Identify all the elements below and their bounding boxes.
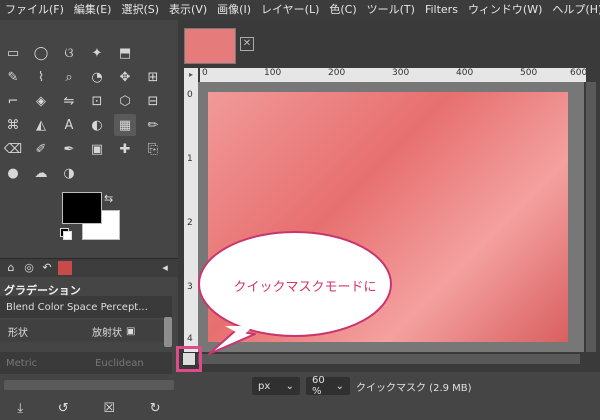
blend-colorspace-select[interactable]: Blend Color Space Percept... bbox=[0, 296, 172, 318]
ruler-tick: 100 bbox=[264, 68, 282, 78]
undo-history-tab-icon[interactable]: ↶ bbox=[40, 261, 54, 275]
menu-help[interactable]: ヘルプ(H) bbox=[547, 0, 600, 20]
menu-bar: ファイル(F) 編集(E) 選択(S) 表示(V) 画像(I) レイヤー(L) … bbox=[0, 0, 600, 20]
perspective-icon[interactable]: ⬡ bbox=[114, 90, 136, 112]
dodge-icon[interactable]: ◑ bbox=[58, 162, 80, 184]
ruler-tick: 200 bbox=[328, 68, 346, 78]
metric-label: Metric bbox=[6, 357, 38, 369]
dock-tabs: ⌂ ◎ ↶ ◂ bbox=[0, 258, 178, 277]
eyedropper-icon[interactable]: ⌇ bbox=[30, 66, 52, 88]
eraser-icon[interactable]: ⌫ bbox=[2, 138, 24, 160]
free-select-icon[interactable]: ଓ bbox=[58, 42, 80, 64]
move-icon[interactable]: ✥ bbox=[114, 66, 136, 88]
options-scrollbar[interactable] bbox=[164, 317, 172, 347]
menu-layer[interactable]: レイヤー(L) bbox=[256, 0, 324, 20]
status-bar: px ⌄ 60 % ⌄ クイックマスク (2.9 MB) bbox=[178, 372, 600, 400]
bubble-text: クイックマスクモードに bbox=[233, 280, 377, 295]
text-icon[interactable]: A bbox=[58, 114, 80, 136]
toolbox: ▭ ◯ ଓ ✦ ⬒ ✎ ⌇ ⌕ ◔ ✥ ⊞ ⌐ ◈ ⇋ ⊡ ⬡ ⊟ ⌘ ◭ A … bbox=[0, 20, 178, 416]
image-tab-thumbnail[interactable] bbox=[184, 28, 236, 64]
ruler-tick: 400 bbox=[456, 68, 474, 78]
ruler-tick: 2 bbox=[187, 218, 193, 228]
ellipse-select-icon[interactable]: ◯ bbox=[30, 42, 52, 64]
shape-icon[interactable]: ▣ bbox=[126, 326, 135, 337]
menu-filters[interactable]: Filters bbox=[420, 0, 463, 20]
menu-edit[interactable]: 編集(E) bbox=[69, 0, 117, 20]
quick-mask-icon bbox=[182, 352, 196, 366]
color-picker-icon[interactable]: ✎ bbox=[2, 66, 24, 88]
crop-icon[interactable]: ⌐ bbox=[2, 90, 24, 112]
clone-icon[interactable]: ⎘ bbox=[142, 138, 164, 160]
options-progress-bar[interactable] bbox=[4, 380, 174, 390]
unified-transform-icon[interactable]: ⊟ bbox=[142, 90, 164, 112]
save-preset-icon[interactable]: ⤓ bbox=[17, 401, 23, 416]
menu-image[interactable]: 画像(I) bbox=[212, 0, 256, 20]
menu-file[interactable]: ファイル(F) bbox=[0, 0, 69, 20]
restore-preset-icon[interactable]: ↺ bbox=[58, 401, 69, 416]
transform-icon[interactable]: ◈ bbox=[30, 90, 52, 112]
images-tab-icon[interactable] bbox=[58, 261, 72, 275]
menu-view[interactable]: 表示(V) bbox=[164, 0, 212, 20]
metric-row: Metric Euclidean bbox=[0, 352, 172, 374]
reset-colors-icon[interactable] bbox=[60, 228, 72, 240]
menu-colors[interactable]: 色(C) bbox=[324, 0, 361, 20]
fuzzy-select-icon[interactable]: ✦ bbox=[86, 42, 108, 64]
tool-options-tab-icon[interactable]: ⌂ bbox=[4, 261, 18, 275]
status-message: クイックマスク (2.9 MB) bbox=[356, 382, 472, 394]
handle-transform-icon[interactable]: ⊡ bbox=[86, 90, 108, 112]
ruler-tick: 0 bbox=[202, 68, 208, 78]
chevron-down-icon: ⌄ bbox=[285, 380, 294, 392]
chevron-down-icon: ⌄ bbox=[335, 380, 344, 392]
ruler-tick: 0 bbox=[187, 90, 193, 100]
foreground-color-swatch[interactable] bbox=[62, 192, 102, 224]
rect-select-icon[interactable]: ▭ bbox=[2, 42, 24, 64]
ink-icon[interactable]: ✒ bbox=[58, 138, 80, 160]
cage-icon[interactable]: ⌘ bbox=[2, 114, 24, 136]
bucket-icon[interactable]: ◐ bbox=[86, 114, 108, 136]
metric-value[interactable]: Euclidean bbox=[95, 358, 144, 369]
heal-icon[interactable]: ✚ bbox=[114, 138, 136, 160]
ruler-tick: 300 bbox=[392, 68, 410, 78]
gradient-icon[interactable]: ▦ bbox=[114, 114, 136, 136]
delete-preset-icon[interactable]: ☒ bbox=[103, 401, 115, 416]
unit-value: px bbox=[258, 380, 271, 392]
blend-colorspace-value: Blend Color Space Percept... bbox=[6, 301, 148, 313]
menu-windows[interactable]: ウィンドウ(W) bbox=[463, 0, 547, 20]
shape-label: 形状 bbox=[8, 327, 28, 339]
ruler-tick: 1 bbox=[187, 154, 193, 164]
mypaint-icon[interactable]: ▣ bbox=[86, 138, 108, 160]
vertical-scrollbar[interactable] bbox=[586, 82, 596, 352]
menu-tools[interactable]: ツール(T) bbox=[362, 0, 420, 20]
extra-select-icon[interactable]: ⬒ bbox=[114, 42, 136, 64]
shape-value[interactable]: 放射状 bbox=[92, 324, 122, 339]
reset-icon[interactable]: ↻ bbox=[150, 401, 161, 416]
ruler-tick: 4 bbox=[187, 334, 193, 344]
device-status-tab-icon[interactable]: ◎ bbox=[22, 261, 36, 275]
menu-select[interactable]: 選択(S) bbox=[116, 0, 164, 20]
close-tab-icon[interactable]: ✕ bbox=[240, 37, 254, 51]
smudge-icon[interactable]: ☁ bbox=[30, 162, 52, 184]
zoom-value: 60 % bbox=[312, 375, 325, 397]
flip-icon[interactable]: ⇋ bbox=[58, 90, 80, 112]
ruler-tick: 600 bbox=[570, 68, 588, 78]
tab-menu-icon[interactable]: ◂ bbox=[158, 261, 172, 275]
pencil-icon[interactable]: ✏ bbox=[142, 114, 164, 136]
swap-colors-icon[interactable]: ⇆ bbox=[104, 192, 113, 205]
ruler-tick: 3 bbox=[187, 282, 193, 292]
align-icon[interactable]: ⊞ bbox=[142, 66, 164, 88]
horizontal-ruler[interactable]: 0 100 200 300 400 500 600 bbox=[200, 68, 588, 82]
ruler-tick: 500 bbox=[520, 68, 538, 78]
airbrush-icon[interactable]: ✐ bbox=[30, 138, 52, 160]
shape-row: 形状 放射状 ▣ bbox=[0, 320, 172, 342]
unit-select[interactable]: px ⌄ bbox=[252, 377, 300, 395]
measure-icon[interactable]: ◔ bbox=[86, 66, 108, 88]
warp-icon[interactable]: ◭ bbox=[30, 114, 52, 136]
zoom-select[interactable]: 60 % ⌄ bbox=[306, 375, 350, 397]
ruler-corner-icon[interactable]: ▸ bbox=[184, 68, 198, 82]
zoom-icon[interactable]: ⌕ bbox=[58, 66, 80, 88]
blur-icon[interactable]: ● bbox=[2, 162, 24, 184]
